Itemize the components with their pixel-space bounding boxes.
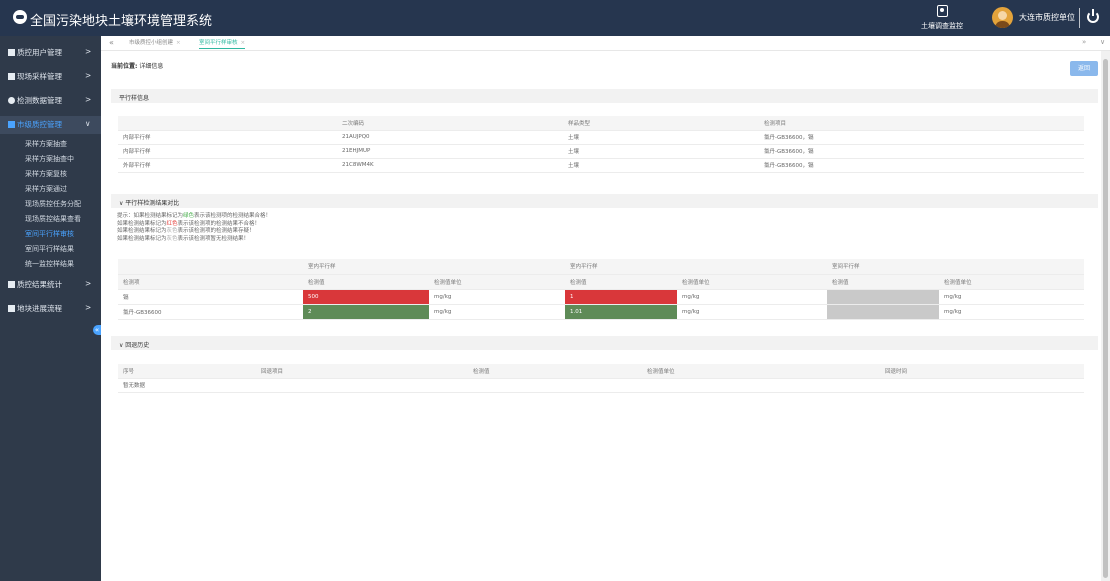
back-button[interactable]: 返回 <box>1070 61 1098 76</box>
breadcrumb: 当前位置: 详细信息 <box>111 63 164 70</box>
sidebar-item-progress[interactable]: 地块进展流程 > <box>0 300 101 318</box>
sidebar-item-user-management[interactable]: 质控用户管理 > <box>0 44 101 62</box>
chevron-down-icon[interactable]: ∨ <box>1100 38 1105 46</box>
chevron-right-icon: > <box>85 71 92 80</box>
comparison-table: 室内平行样 室内平行样 室间平行样 检测项 检测值 检测值单位 检测值 检测值单… <box>118 259 1085 320</box>
tab-scroll-left-icon[interactable]: « <box>109 38 114 47</box>
table-row: 内部平行样 21EHJMUP 土壤 氯丹-GB36600，镉 <box>118 144 1084 159</box>
table-row: 镉 500 mg/kg 1 mg/kg mg/kg <box>118 289 1085 305</box>
empty-state: 暂无数据 <box>118 378 1084 393</box>
tab-bar: « 市级质控小组创建 × 室间平行样审核 × » ∨ <box>101 36 1110 51</box>
sidebar-subitem-current[interactable]: 室间平行样审核 <box>0 226 101 241</box>
parallel-info-table: 二次编码 样品类型 检测项目 内部平行样 21AUJPQ0 土壤 氯丹-GB36… <box>118 116 1084 173</box>
result-cell-fail: 1 <box>565 289 678 305</box>
avatar[interactable] <box>992 7 1013 28</box>
sidebar-item-statistics[interactable]: 质控结果统计 > <box>0 276 101 294</box>
result-cell-none <box>827 289 940 305</box>
table-header-row: 序号 回退项目 检测值 检测值单位 回退时间 <box>118 364 1084 379</box>
color-legend-tips: 提示：如果检测结果标记为绿色表示该检测项的检测结果合格！ 如果检测结果标记为红色… <box>117 213 272 242</box>
close-icon[interactable]: × <box>241 40 246 46</box>
power-icon[interactable] <box>1087 9 1099 23</box>
chevron-right-icon: > <box>85 279 92 288</box>
chart-icon <box>8 281 15 288</box>
section-history[interactable]: ∨ 回退历史 <box>111 336 1098 350</box>
sidebar-item-label: 检测数据管理 <box>17 96 62 105</box>
sidebar-subitem[interactable]: 采样方案抽查 <box>0 136 101 151</box>
result-cell-fail: 500 <box>303 289 429 305</box>
result-cell-pass: 2 <box>303 304 429 320</box>
table-header-row: 检测项 检测值 检测值单位 检测值 检测值单位 检测值 检测值单位 <box>118 274 1085 290</box>
sidebar-subitem[interactable]: 现场质控结果查看 <box>0 211 101 226</box>
vertical-scrollbar[interactable] <box>1101 51 1110 581</box>
table-row: 内部平行样 21AUJPQ0 土壤 氯丹-GB36600，镉 <box>118 130 1084 145</box>
chevron-right-icon: > <box>85 303 92 312</box>
sidebar-item-label: 市级质控管理 <box>17 120 62 129</box>
top-bar: 全国污染地块土壤环境管理系统 土壤调查监控 大连市质控单位 <box>0 0 1110 36</box>
app-title: 全国污染地块土壤环境管理系统 <box>30 14 213 29</box>
sidebar-subitem[interactable]: 现场质控任务分配 <box>0 196 101 211</box>
env-switch-button[interactable]: 土壤调查监控 <box>914 3 970 33</box>
table-row: 暂无数据 <box>118 378 1084 393</box>
table-row: 外部平行样 21C8WM4K 土壤 氯丹-GB36600，镉 <box>118 158 1084 173</box>
sidebar-subitem[interactable]: 采样方案复核 <box>0 166 101 181</box>
table-icon <box>8 121 15 128</box>
table-group-header-row: 室内平行样 室内平行样 室间平行样 <box>118 259 1085 275</box>
chevron-right-icon: > <box>85 95 92 104</box>
section-parallel-info: 平行样信息 <box>111 89 1098 103</box>
circle-icon <box>8 97 15 104</box>
collapse-sidebar-button[interactable]: « <box>93 325 101 335</box>
history-table: 序号 回退项目 检测值 检测值单位 回退时间 暂无数据 <box>118 364 1084 393</box>
main-content: 当前位置: 详细信息 返回 平行样信息 二次编码 样品类型 检测项目 内部平行样… <box>101 51 1101 581</box>
sidebar-item-label: 质控结果统计 <box>17 280 62 289</box>
table-row: 氯丹-GB36600 2 mg/kg 1.01 mg/kg mg/kg <box>118 304 1085 320</box>
chevron-right-icon: > <box>85 47 92 56</box>
tab-parallel-review[interactable]: 室间平行样审核 × <box>199 38 246 49</box>
monitor-user-icon <box>936 5 948 17</box>
user-card-icon <box>8 49 15 56</box>
result-cell-pass: 1.01 <box>565 304 678 320</box>
sidebar-item-sampling[interactable]: 现场采样管理 > <box>0 68 101 86</box>
sidebar-subitem[interactable]: 室间平行样结果 <box>0 241 101 256</box>
sidebar-subitem[interactable]: 统一监控样结果 <box>0 256 101 271</box>
tab-city-qc-group[interactable]: 市级质控小组创建 × <box>129 38 181 46</box>
result-cell-none <box>827 304 940 320</box>
sidebar-item-city-qc[interactable]: 市级质控管理 ∨ <box>0 116 101 134</box>
sidebar-item-label: 地块进展流程 <box>17 304 62 313</box>
section-comparison[interactable]: ∨ 平行样检测结果对比 <box>111 194 1098 208</box>
sidebar-item-label: 质控用户管理 <box>17 48 62 57</box>
chevron-down-icon: ∨ <box>85 119 91 128</box>
sidebar-subitem[interactable]: 采样方案抽查中 <box>0 151 101 166</box>
header-divider <box>1079 8 1080 28</box>
user-name[interactable]: 大连市质控单位 <box>1019 12 1075 23</box>
list-icon <box>8 305 15 312</box>
table-header-row: 二次编码 样品类型 检测项目 <box>118 116 1084 131</box>
scrollbar-thumb[interactable] <box>1103 59 1108 578</box>
tab-scroll-right-icon[interactable]: » <box>1082 38 1086 46</box>
sidebar-item-label: 现场采样管理 <box>17 72 62 81</box>
sidebar-item-data[interactable]: 检测数据管理 > <box>0 92 101 110</box>
sidebar: 质控用户管理 > 现场采样管理 > 检测数据管理 > 市级质控管理 ∨ 采样方案… <box>0 36 101 581</box>
tools-icon <box>8 73 15 80</box>
sidebar-subitem[interactable]: 采样方案通过 <box>0 181 101 196</box>
env-label: 土壤调查监控 <box>921 22 963 30</box>
logo-icon <box>13 10 27 24</box>
close-icon[interactable]: × <box>176 40 181 46</box>
